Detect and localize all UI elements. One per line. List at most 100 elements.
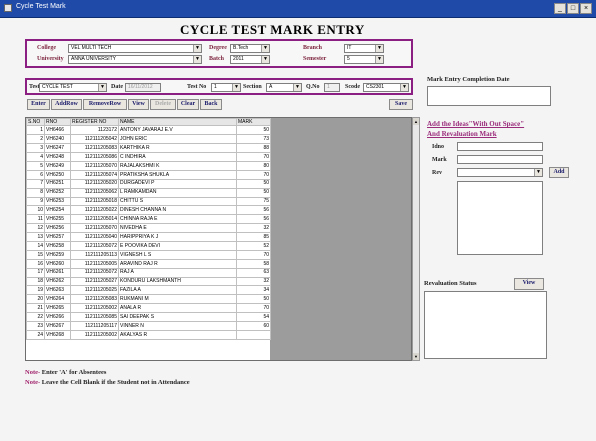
cell-mark[interactable]: 54 bbox=[236, 312, 271, 322]
cell-mark[interactable]: 88 bbox=[236, 143, 271, 154]
batch-select[interactable]: 2011 ▼ bbox=[230, 55, 270, 64]
table-row[interactable]: 7 VH6251 112111205020 DURGADEVI P 50 bbox=[26, 178, 271, 189]
cell-mark[interactable]: 73 bbox=[236, 134, 271, 145]
cell-mark[interactable]: 63 bbox=[236, 267, 271, 278]
table-row[interactable]: 6 VH6250 112111205074 PRATIKSHA SHUKLA 70 bbox=[26, 169, 271, 180]
scode-select[interactable]: CS2301 ▼ bbox=[363, 83, 409, 92]
table-row[interactable]: 11 VH6255 112111205014 CHINNA RAJA E 56 bbox=[26, 214, 271, 225]
chevron-down-icon[interactable]: ▼ bbox=[375, 45, 383, 52]
chevron-down-icon[interactable]: ▼ bbox=[193, 45, 201, 52]
table-row[interactable]: 22 VH6266 112111205085 SAI DEEPAK S 54 bbox=[26, 312, 271, 322]
cell-mark[interactable]: 50 bbox=[236, 187, 271, 198]
rev-select[interactable]: ▼ bbox=[457, 168, 543, 177]
chevron-down-icon[interactable]: ▼ bbox=[98, 84, 106, 91]
table-row[interactable]: 19 VH6263 112111205025 FAZILA A 34 bbox=[26, 285, 271, 296]
table-row[interactable]: 16 VH6260 112111205005 ARAVIND RAJ R 58 bbox=[26, 258, 271, 269]
col-rno: RNO bbox=[44, 118, 71, 127]
chevron-down-icon[interactable]: ▼ bbox=[232, 84, 240, 91]
cell-mark[interactable]: 85 bbox=[236, 232, 271, 242]
table-row[interactable]: 12 VH6256 112111205070 NIVEDHA E 32 bbox=[26, 223, 271, 234]
date-field[interactable]: 16/11/2012 bbox=[125, 83, 161, 92]
cell-mark[interactable]: 34 bbox=[236, 285, 271, 296]
back-button[interactable]: Back bbox=[200, 99, 222, 110]
table-row[interactable]: 10 VH6254 112111205022 DINESH CHANNA N 56 bbox=[26, 205, 271, 216]
table-row[interactable]: 15 VH6259 112111205113 VIGNESH L S 70 bbox=[26, 249, 271, 260]
chevron-down-icon[interactable]: ▼ bbox=[193, 56, 201, 63]
cell-mark[interactable]: 70 bbox=[236, 303, 271, 314]
minimize-button[interactable]: _ bbox=[554, 3, 566, 14]
table-row[interactable]: 23 VH6267 112111205117 VINNER N 60 bbox=[26, 321, 271, 331]
chevron-down-icon[interactable]: ▼ bbox=[534, 169, 542, 176]
branch-select[interactable]: IT ▼ bbox=[344, 44, 384, 53]
completion-date-field[interactable] bbox=[427, 86, 551, 106]
cell-mark[interactable]: 80 bbox=[236, 160, 271, 171]
table-row[interactable]: 14 VH6258 112111205072 E POOVIKA DEVI 52 bbox=[26, 240, 271, 251]
chevron-down-icon[interactable]: ▼ bbox=[261, 56, 269, 63]
cell-mark[interactable]: 70 bbox=[236, 169, 271, 180]
revaluation-list[interactable] bbox=[457, 181, 543, 255]
delete-button[interactable]: Delete bbox=[150, 99, 176, 110]
mark-field[interactable] bbox=[457, 155, 543, 164]
cell-mark[interactable]: 52 bbox=[236, 240, 271, 251]
cell-mark[interactable]: 58 bbox=[236, 258, 271, 269]
clear-button[interactable]: Clear bbox=[177, 99, 199, 110]
cell-sno: 15 bbox=[26, 249, 45, 260]
cell-mark[interactable]: 32 bbox=[236, 276, 271, 287]
table-row[interactable]: 5 VH6249 112111205070 RAJALAKSHMI K 80 bbox=[26, 160, 271, 171]
save-button[interactable]: Save bbox=[389, 99, 413, 110]
table-row[interactable]: 17 VH6261 112111205072 RAJ A 63 bbox=[26, 267, 271, 278]
testno-select[interactable]: 1 ▼ bbox=[211, 83, 241, 92]
add-button[interactable]: Add bbox=[549, 167, 569, 178]
table-row[interactable]: 9 VH6253 112111205018 CHITTU S 75 bbox=[26, 196, 271, 207]
cell-mark[interactable]: 56 bbox=[236, 205, 271, 216]
chevron-down-icon[interactable]: ▼ bbox=[375, 56, 383, 63]
semester-select[interactable]: 5 ▼ bbox=[344, 55, 384, 64]
grid-scrollbar[interactable]: ▲ ▼ bbox=[412, 117, 420, 361]
cell-mark[interactable]: 50 bbox=[236, 294, 271, 305]
maximize-button[interactable]: □ bbox=[567, 3, 579, 14]
cell-name: PRATIKSHA SHUKLA bbox=[118, 169, 237, 180]
remove-row-button[interactable]: RemoveRow bbox=[83, 99, 127, 110]
scroll-down-icon[interactable]: ▼ bbox=[413, 353, 419, 360]
marks-grid[interactable]: S.NO RNO REGISTER NO NAME MARK 1 VH6466 11… bbox=[25, 117, 412, 361]
add-row-button[interactable]: AddRow bbox=[51, 99, 82, 110]
cell-mark[interactable]: 50 bbox=[236, 125, 271, 136]
table-row[interactable]: 24 VH6268 112111205002 AKALYAS R bbox=[26, 329, 271, 340]
university-select[interactable]: ANNA UNIVERSITY ▼ bbox=[68, 55, 202, 64]
cell-mark[interactable]: 50 bbox=[236, 178, 271, 189]
view-button[interactable]: View bbox=[128, 99, 149, 110]
college-select[interactable]: VEL MULTI TECH ▼ bbox=[68, 44, 202, 53]
reval-view-button[interactable]: View bbox=[514, 278, 544, 290]
cell-mark[interactable]: 56 bbox=[236, 214, 271, 225]
cell-mark[interactable] bbox=[236, 329, 271, 340]
qno-field[interactable]: 1 bbox=[324, 83, 340, 92]
cell-mark[interactable]: 70 bbox=[236, 249, 271, 260]
scroll-up-icon[interactable]: ▲ bbox=[413, 118, 419, 125]
enter-button[interactable]: Enter bbox=[27, 99, 50, 110]
close-button[interactable]: × bbox=[580, 3, 592, 14]
cell-register-no: 112111205014 bbox=[70, 214, 119, 225]
cell-mark[interactable]: 32 bbox=[236, 223, 271, 234]
table-row[interactable]: 3 VH6247 112111205083 KARTHIKA R 88 bbox=[26, 143, 271, 154]
table-row[interactable]: 8 VH6252 112111205062 L RAMKAMDAN 50 bbox=[26, 187, 271, 198]
table-row[interactable]: 13 VH6257 112111205040 HARIPPRIYA K J 85 bbox=[26, 232, 271, 242]
table-row[interactable]: 21 VH6265 112111205002 ANALA R 70 bbox=[26, 303, 271, 314]
section-select[interactable]: A ▼ bbox=[266, 83, 302, 92]
cell-name: L RAMKAMDAN bbox=[118, 187, 237, 198]
cell-mark[interactable]: 60 bbox=[236, 321, 271, 331]
table-row[interactable]: 4 VH6248 112111205086 C INDHIRA 70 bbox=[26, 152, 271, 162]
chevron-down-icon[interactable]: ▼ bbox=[400, 84, 408, 91]
table-row[interactable]: 18 VH6262 112111205027 KONDURU LAKSHMANTH 32 bbox=[26, 276, 271, 287]
table-row[interactable]: 2 VH6240 112111205042 JOHN ERIC 73 bbox=[26, 134, 271, 145]
cell-mark[interactable]: 75 bbox=[236, 196, 271, 207]
cell-name: RUKMANI M bbox=[118, 294, 237, 305]
idno-field[interactable] bbox=[457, 142, 543, 151]
chevron-down-icon[interactable]: ▼ bbox=[293, 84, 301, 91]
table-row[interactable]: 20 VH6264 112111205083 RUKMANI M 50 bbox=[26, 294, 271, 305]
degree-select[interactable]: B.Tech ▼ bbox=[230, 44, 270, 53]
cell-sno: 3 bbox=[26, 143, 45, 154]
chevron-down-icon[interactable]: ▼ bbox=[261, 45, 269, 52]
test-select[interactable]: CYCLE TEST ▼ bbox=[39, 83, 107, 92]
table-row[interactable]: 1 VH6466 1123172 ANTONY JAVARAJ E.V 50 bbox=[26, 125, 271, 136]
cell-mark[interactable]: 70 bbox=[236, 152, 271, 162]
